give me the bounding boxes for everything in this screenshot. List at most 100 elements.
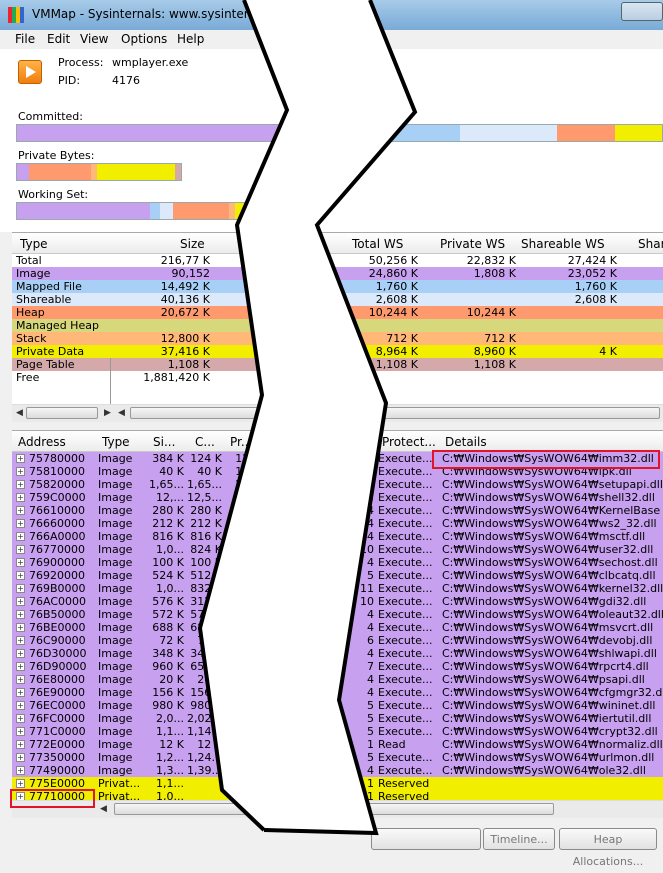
col-details[interactable]: Details xyxy=(445,435,487,449)
type-cell-type: Mapped File xyxy=(16,280,82,293)
type-row-heap[interactable]: Heap 20,672 K 11,23 10,244 K 10,244 K xyxy=(12,306,663,319)
region-row[interactable]: +77490000 Image 1,3... 1,39... 36 K 46 440 K 4E… xyxy=(12,764,663,777)
timeline-button[interactable]: Timeline... xyxy=(483,828,555,850)
col-total[interactable]: Tot xyxy=(271,435,288,449)
expand-icon[interactable]: + xyxy=(16,545,25,554)
region-row[interactable]: +76660000 Image 212 K 212 K 12 K 7 64 K 4 Execut… xyxy=(12,517,663,530)
region-row[interactable]: +76AC0000 Image 576 K 312 K 12 K 9 84 K 10 Execu… xyxy=(12,595,663,608)
col-type[interactable]: Type xyxy=(102,435,130,449)
menu-file[interactable]: File xyxy=(15,32,35,46)
region-cell-sh: 376 K xyxy=(292,530,324,543)
col-type[interactable]: Type xyxy=(20,237,48,251)
region-row[interactable]: +76920000 Image 524 K 512 K 28 K 5 40 K 5 Execut… xyxy=(12,569,663,582)
scroll-right-icon[interactable]: ▶ xyxy=(104,408,111,418)
region-row[interactable]: +76900000 Image 100 K 100 K 28 K 9 60 K 4 Execut… xyxy=(12,556,663,569)
region-row[interactable]: +76FC0000 Image 2,0... 2,02... 36 K 35 336 K 5E… xyxy=(12,712,663,725)
expand-icon[interactable]: + xyxy=(16,766,25,775)
region-row[interactable]: +76D30000 Image 348 K 348 K 12 K 18 172 K 4 Exec… xyxy=(12,647,663,660)
expand-icon[interactable]: + xyxy=(16,649,25,658)
region-row[interactable]: +76EC0000 Image 980 K 980 K 44 K 36 340 K 5 Exec… xyxy=(12,699,663,712)
col-total-ws[interactable]: Total WS xyxy=(352,237,403,251)
window-controls[interactable] xyxy=(621,2,663,21)
col-address[interactable]: Address xyxy=(18,435,66,449)
region-row[interactable]: +76D90000 Image 960 K 656 K 12 K 26 260 K 7 Exec… xyxy=(12,660,663,673)
region-row[interactable]: +76E90000 Image 156 K 156 K 12 K 6 48 K 4 Execut… xyxy=(12,686,663,699)
region-row[interactable]: +76C90000 Image 72 K 72 K 12 K 4 32 K 6 Execute.… xyxy=(12,634,663,647)
expand-icon[interactable]: + xyxy=(16,532,25,541)
expand-icon[interactable]: + xyxy=(16,753,25,762)
expand-icon[interactable]: + xyxy=(16,636,25,645)
scroll-left-icon-3[interactable]: ◀ xyxy=(100,804,107,814)
expand-icon[interactable]: + xyxy=(16,454,25,463)
type-row-private-data[interactable]: Private Data 37,416 K 15,24 8,964 K 8,960 K 4… xyxy=(12,345,663,358)
type-row-managed-heap[interactable]: Managed Heap xyxy=(12,319,663,332)
region-row[interactable]: +76610000 Image 280 K 280 K 20 K 24 232 K 4 Exec… xyxy=(12,504,663,517)
col-private[interactable]: Pr... xyxy=(230,435,252,449)
col-size[interactable]: Size xyxy=(180,237,205,251)
expand-icon[interactable]: + xyxy=(16,480,25,489)
col-shar[interactable]: Shar xyxy=(638,237,663,251)
expand-icon[interactable]: + xyxy=(16,688,25,697)
region-row[interactable]: +75820000 Image 1,65... 1,65... 28 K 12(112 K… xyxy=(12,478,663,491)
type-row-image[interactable]: Image 90,152 88,06 24,860 K 1,808 K 23,052 K xyxy=(12,267,663,280)
menu-edit[interactable]: Edit xyxy=(47,32,70,46)
expand-icon[interactable]: + xyxy=(16,584,25,593)
col-committed[interactable]: C... xyxy=(195,435,215,449)
region-row[interactable]: +772E0000 Image 12 K 12 K 12 K 1 12 K 1 Read C:₩W… xyxy=(12,738,663,751)
expand-icon[interactable]: + xyxy=(16,558,25,567)
scroll-left-icon[interactable]: ◀ xyxy=(16,408,23,418)
expand-icon[interactable]: + xyxy=(16,727,25,736)
col-shareable-ws[interactable]: Shareable WS xyxy=(521,237,605,251)
expand-icon[interactable]: + xyxy=(16,623,25,632)
region-row[interactable]: +76770000 Image 1,0... 824 K 12 K 19 184 K 10 Ex… xyxy=(12,543,663,556)
expand-icon[interactable]: + xyxy=(16,597,25,606)
region-row[interactable]: +76E80000 Image 20 K 20 K 12 K 1 8 K 4 Execute..… xyxy=(12,673,663,686)
col-size[interactable]: Si... xyxy=(153,435,175,449)
detail-list-scrollbar[interactable]: ◀ xyxy=(12,800,663,818)
col-committed[interactable]: Committe xyxy=(245,237,304,251)
region-row[interactable]: +766A0000 Image 816 K 816 K 20 K 38 376 K 4 Exec… xyxy=(12,530,663,543)
expand-icon[interactable]: + xyxy=(16,662,25,671)
menu-options[interactable]: Options xyxy=(121,32,167,46)
expand-icon[interactable]: + xyxy=(16,701,25,710)
expand-icon[interactable]: + xyxy=(16,714,25,723)
col-private-ws[interactable]: Private WS xyxy=(440,237,505,251)
type-row-mapped-file[interactable]: Mapped File 14,492 K 14,49 1,760 K 1,760 K xyxy=(12,280,663,293)
ws-mapped-segment xyxy=(150,203,160,219)
region-row[interactable]: +76BE0000 Image 688 K 688 K 44 K 22 180 K 4 Exec… xyxy=(12,621,663,634)
scroll-thumb-2[interactable] xyxy=(130,407,660,419)
expand-icon[interactable]: + xyxy=(16,610,25,619)
menu-help[interactable]: Help xyxy=(177,32,204,46)
type-table-scrollbar[interactable]: ◀ ▶ ◀ xyxy=(12,404,663,422)
expand-icon[interactable]: + xyxy=(16,493,25,502)
region-row[interactable]: +771C0000 Image 1,1... 1,14... 16 K 6 52 K 5 Exe… xyxy=(12,725,663,738)
region-row[interactable]: +769B0000 Image 1,0... 832 K 16 K 24 240 K 11 Ex… xyxy=(12,582,663,595)
region-row[interactable]: +775E0000 Privat... 1,1... 1 Reserved xyxy=(12,777,663,790)
col-shareable[interactable]: Sh... xyxy=(294,435,321,449)
type-row-total[interactable]: Total 216,77 K 149,49 50,256 K 22,832 K 27,42… xyxy=(12,254,663,267)
expand-icon[interactable]: + xyxy=(16,571,25,580)
expand-icon[interactable]: + xyxy=(16,675,25,684)
expand-icon[interactable]: + xyxy=(16,506,25,515)
type-row-shareable[interactable]: Shareable 40,136 K 18,08 2,608 K 2,608 K xyxy=(12,293,663,306)
heap-allocations-button[interactable]: Heap Allocations... xyxy=(559,828,657,868)
empty-button[interactable] xyxy=(371,828,481,850)
expand-icon[interactable]: + xyxy=(16,519,25,528)
col-blocks[interactable]: 3... xyxy=(354,435,373,449)
expand-icon[interactable]: + xyxy=(16,779,25,788)
scroll-thumb[interactable] xyxy=(26,407,98,419)
col-protection[interactable]: Protect... xyxy=(382,435,436,449)
scroll-left-icon-2[interactable]: ◀ xyxy=(118,408,125,418)
region-row[interactable]: +77350000 Image 1,2... 1,24... 60 K 27 260 K 5E… xyxy=(12,751,663,764)
scroll-thumb-3[interactable] xyxy=(114,803,554,815)
type-row-stack[interactable]: Stack 12,800 K 1,22 712 K 712 K xyxy=(12,332,663,345)
region-row[interactable]: +76B50000 Image 572 K 572 K 20 K 21 200 K 4 Exec… xyxy=(12,608,663,621)
region-cell-size: 280 K xyxy=(152,504,184,517)
type-cell-total_ws: 10,244 K xyxy=(368,306,418,319)
menu-view[interactable]: View xyxy=(80,32,108,46)
private-data-segment xyxy=(97,164,175,180)
region-row[interactable]: +759C0000 Image 12,... 12,5... 52 K 93 852 K 5E… xyxy=(12,491,663,504)
expand-icon[interactable]: + xyxy=(16,467,25,476)
region-cell-type: Image xyxy=(98,660,133,673)
expand-icon[interactable]: + xyxy=(16,740,25,749)
